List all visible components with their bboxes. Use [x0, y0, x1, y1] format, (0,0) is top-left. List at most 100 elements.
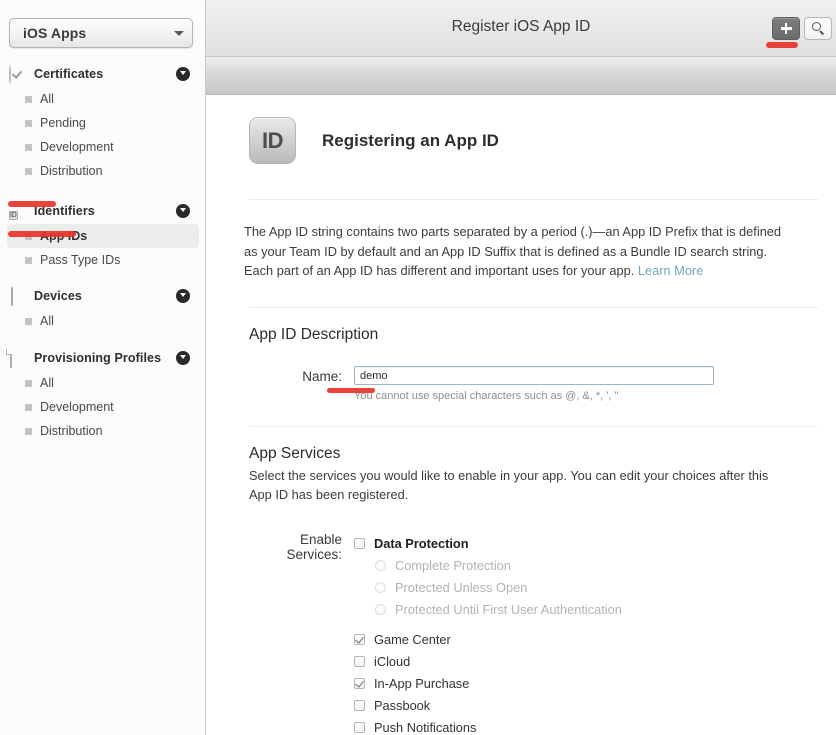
- checkbox-icon[interactable]: [354, 699, 365, 711]
- name-hint: You cannot use special characters such a…: [354, 390, 619, 402]
- checkbox-icon[interactable]: [354, 633, 365, 645]
- sidebar-item-label: Development: [40, 140, 114, 154]
- service-checkbox-data-protection[interactable]: Data Protection: [354, 532, 818, 554]
- service-checkbox-game-center[interactable]: Game Center: [354, 628, 818, 650]
- sidebar-group-provisioning-profiles[interactable]: Provisioning Profiles: [0, 344, 206, 371]
- titlebar: Register iOS App ID: [206, 0, 836, 57]
- main-pane: Register iOS App ID ID Registering an Ap…: [206, 0, 836, 735]
- annotation-underline-name-label: [327, 388, 375, 393]
- sidebar-item-label: Distribution: [40, 164, 103, 178]
- bullet-icon: [25, 379, 32, 387]
- divider: [249, 306, 818, 308]
- annotation-underline-app-ids: [8, 231, 76, 237]
- bullet-icon: [25, 427, 32, 435]
- sidebar-item-label: All: [40, 376, 54, 390]
- chevron-down-circle-icon[interactable]: [176, 350, 190, 365]
- add-button[interactable]: [772, 17, 800, 40]
- service-label: Game Center: [374, 631, 451, 647]
- search-icon: [811, 22, 825, 36]
- checkbox-icon[interactable]: [354, 655, 365, 667]
- sidebar-item-label: Distribution: [40, 424, 103, 438]
- checkbox-icon[interactable]: [354, 537, 365, 549]
- id-badge-icon-text: ID: [9, 211, 18, 220]
- bullet-icon: [25, 95, 32, 103]
- service-label: iCloud: [374, 653, 411, 669]
- enable-services-label: Enable Services:: [286, 532, 342, 562]
- section-title: App ID Description: [249, 325, 379, 343]
- bullet-icon: [25, 403, 32, 411]
- service-radio-protected-unless-open[interactable]: Protected Unless Open: [354, 576, 818, 598]
- annotation-underline-identifiers: [8, 201, 56, 207]
- bullet-icon: [25, 143, 32, 151]
- service-radio-protected-until-first-user-auth[interactable]: Protected Until First User Authenticatio…: [354, 598, 818, 620]
- page-title: Register iOS App ID: [451, 18, 591, 35]
- sidebar-item-certificates-all[interactable]: All: [7, 87, 199, 111]
- content-area: ID Registering an App ID The App ID stri…: [206, 95, 836, 734]
- radio-icon[interactable]: [375, 581, 386, 593]
- service-label: Protected Unless Open: [395, 579, 528, 595]
- toolbar-strip: [206, 57, 836, 95]
- chevron-down-circle-icon[interactable]: [176, 288, 190, 303]
- service-label: Push Notifications: [374, 719, 477, 735]
- app-services-section: App Services Select the services you wou…: [249, 426, 818, 734]
- bullet-icon: [25, 167, 32, 175]
- sidebar-item-profiles-development[interactable]: Development: [7, 395, 199, 419]
- name-label: Name:: [302, 368, 342, 384]
- learn-more-link[interactable]: Learn More: [638, 263, 703, 278]
- service-checkbox-passbook[interactable]: Passbook: [354, 694, 818, 716]
- page-heading: Registering an App ID: [322, 130, 499, 150]
- radio-icon[interactable]: [375, 603, 386, 615]
- divider: [249, 426, 818, 427]
- seal-check-icon: [9, 65, 26, 84]
- org-type-select-value: iOS Apps: [23, 25, 87, 41]
- checkbox-icon[interactable]: [354, 721, 365, 733]
- bullet-icon: [25, 119, 32, 127]
- sidebar-item-label: All: [40, 314, 54, 328]
- document-icon: [9, 349, 26, 368]
- app-id-icon: ID: [249, 117, 296, 164]
- phone-icon: [9, 287, 26, 306]
- sidebar-group-label: Devices: [34, 288, 82, 303]
- bullet-icon: [25, 317, 32, 325]
- sidebar-item-certificates-development[interactable]: Development: [7, 135, 199, 159]
- chevron-down-circle-icon[interactable]: [176, 66, 190, 81]
- search-button[interactable]: [804, 17, 832, 40]
- app-window: iOS Apps Certificates All Pending Develo…: [0, 0, 836, 735]
- section-description: Select the services you would like to en…: [249, 468, 769, 502]
- page-header: ID Registering an App ID: [206, 95, 836, 164]
- services-list: Data Protection Complete Protection Prot…: [354, 532, 818, 734]
- sidebar-item-profiles-all[interactable]: All: [7, 371, 199, 395]
- service-radio-complete-protection[interactable]: Complete Protection: [354, 554, 818, 576]
- intro-paragraph: The App ID string contains two parts sep…: [244, 222, 793, 281]
- sidebar-item-certificates-distribution[interactable]: Distribution: [7, 159, 199, 183]
- name-input[interactable]: [354, 366, 714, 385]
- sidebar-item-pass-type-ids[interactable]: Pass Type IDs: [7, 248, 199, 272]
- sidebar-nav: Certificates All Pending Development Dis…: [0, 60, 206, 443]
- radio-icon[interactable]: [375, 559, 386, 571]
- service-label: In-App Purchase: [374, 675, 470, 691]
- checkbox-icon[interactable]: [354, 677, 365, 689]
- service-checkbox-icloud[interactable]: iCloud: [354, 650, 818, 672]
- enable-services-block: Enable Services: Data Protection Complet…: [249, 532, 818, 734]
- section-title: App Services: [249, 445, 341, 462]
- sidebar: iOS Apps Certificates All Pending Develo…: [0, 0, 206, 735]
- org-type-select[interactable]: iOS Apps: [9, 18, 193, 48]
- name-field-row: Name: You cannot use special characters …: [249, 366, 818, 402]
- sidebar-item-label: Pending: [40, 116, 86, 130]
- sidebar-group-certificates[interactable]: Certificates: [0, 60, 206, 87]
- service-label: Complete Protection: [395, 557, 511, 573]
- sidebar-group-devices[interactable]: Devices: [0, 282, 206, 309]
- service-label: Passbook: [374, 697, 431, 713]
- divider: [249, 199, 818, 200]
- service-checkbox-push-notifications[interactable]: Push Notifications: [354, 716, 818, 734]
- sidebar-item-devices-all[interactable]: All: [7, 309, 199, 333]
- service-label: Data Protection: [374, 535, 469, 551]
- sidebar-item-label: Development: [40, 400, 114, 414]
- sidebar-item-profiles-distribution[interactable]: Distribution: [7, 419, 199, 443]
- sidebar-group-label: Provisioning Profiles: [34, 350, 162, 365]
- service-label: Protected Until First User Authenticatio…: [395, 601, 622, 617]
- chevron-down-circle-icon[interactable]: [176, 203, 190, 218]
- service-checkbox-in-app-purchase[interactable]: In-App Purchase: [354, 672, 818, 694]
- sidebar-item-certificates-pending[interactable]: Pending: [7, 111, 199, 135]
- chevron-down-icon: [166, 30, 192, 36]
